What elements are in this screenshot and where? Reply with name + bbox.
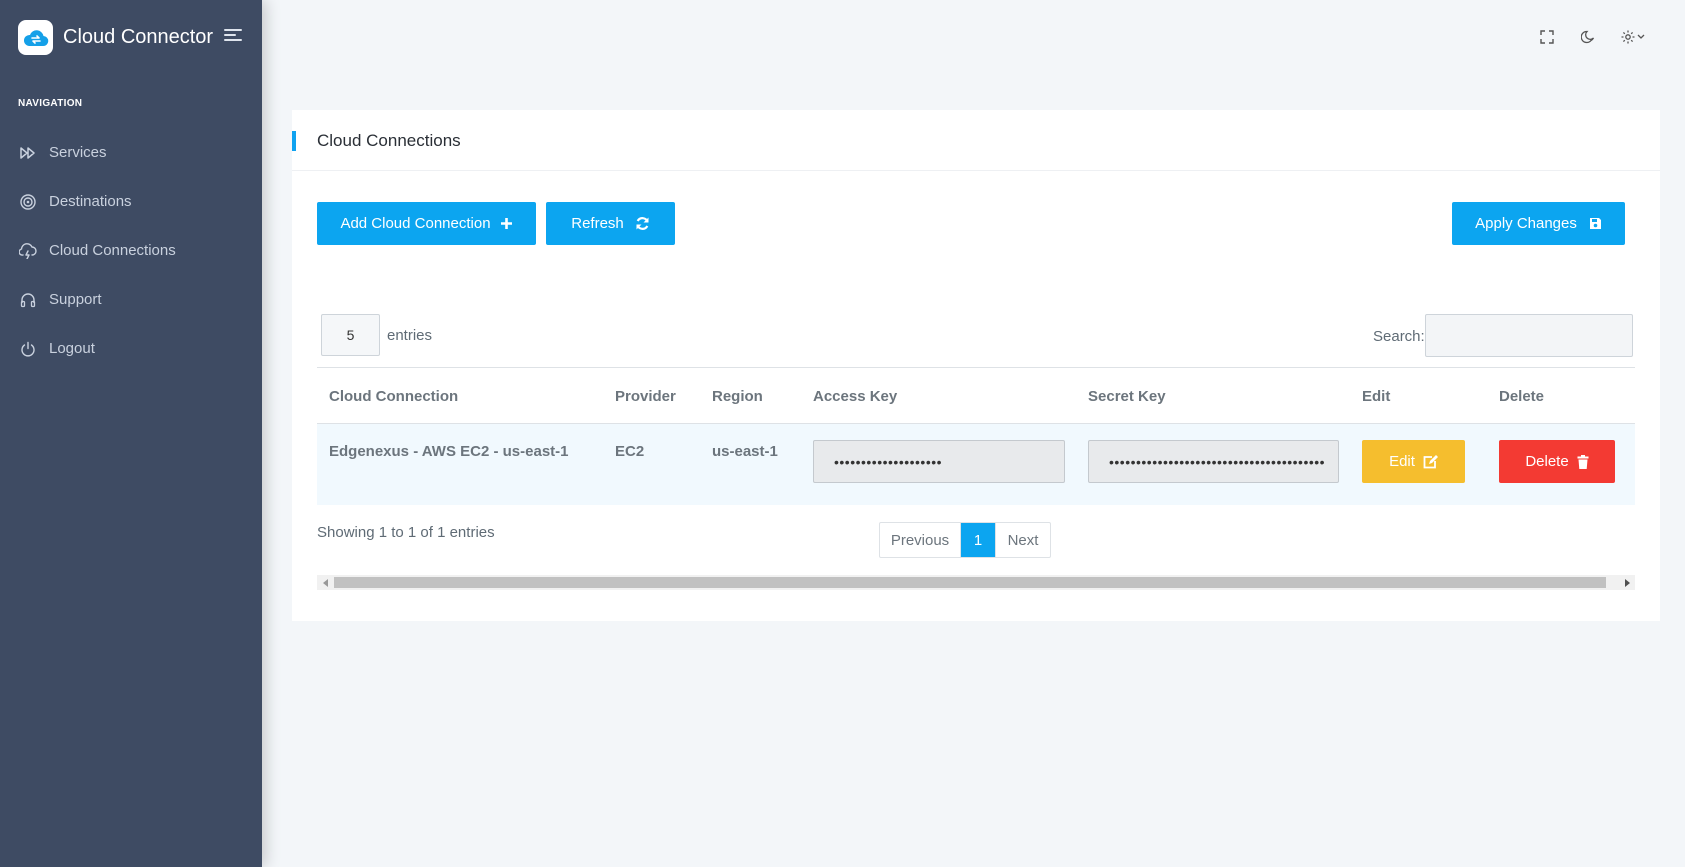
col-cloud-connection[interactable]: Cloud Connection (329, 388, 458, 405)
delete-button-label: Delete (1525, 453, 1569, 470)
table-info: Showing 1 to 1 of 1 entries (317, 524, 495, 541)
fast-forward-icon (19, 144, 37, 162)
connections-table: Cloud Connection Provider Region Access … (317, 367, 1635, 505)
entries-label: entries (387, 327, 433, 344)
sidebar-item-services[interactable]: Services (0, 128, 262, 177)
card-header: Cloud Connections (292, 110, 1660, 171)
sidebar-item-support[interactable]: Support (0, 275, 262, 324)
delete-button[interactable]: Delete (1499, 440, 1615, 483)
table-row: Edgenexus - AWS EC2 - us-east-1 EC2 us-e… (317, 424, 1635, 505)
sidebar-nav: Services Destinations Cloud Connections … (0, 128, 262, 373)
app-title: Cloud Connector (63, 26, 214, 48)
target-icon (19, 193, 37, 211)
pagination: Previous 1 Next (879, 522, 1051, 558)
trash-icon (1577, 454, 1589, 469)
col-region[interactable]: Region (712, 388, 763, 405)
headphones-icon (19, 291, 37, 309)
search-label: Search: (1373, 328, 1425, 345)
edit-button[interactable]: Edit (1362, 440, 1465, 483)
next-page-button[interactable]: Next (995, 523, 1050, 557)
chevron-down-icon (1637, 34, 1645, 39)
col-edit[interactable]: Edit (1362, 388, 1390, 405)
refresh-button[interactable]: Refresh (546, 202, 675, 245)
card-accent (292, 131, 296, 151)
access-key-field[interactable]: •••••••••••••••••••• (813, 440, 1065, 483)
sidebar-item-label: Support (49, 291, 102, 308)
col-secret-key[interactable]: Secret Key (1088, 388, 1166, 405)
page-1-button[interactable]: 1 (961, 523, 995, 557)
table-header: Cloud Connection Provider Region Access … (317, 367, 1635, 424)
menu-toggle-icon[interactable] (224, 29, 242, 43)
page-title: Cloud Connections (317, 131, 461, 150)
horizontal-scrollbar[interactable] (317, 575, 1635, 590)
plus-icon (500, 217, 513, 230)
sidebar-item-label: Destinations (49, 193, 132, 210)
cloud-connections-card: Cloud Connections Add Cloud Connection R… (292, 110, 1660, 621)
search-input[interactable] (1425, 314, 1633, 357)
col-delete[interactable]: Delete (1499, 388, 1544, 405)
add-button-label: Add Cloud Connection (340, 215, 491, 232)
secret-key-field[interactable]: •••••••••••••••••••••••••••••••••••••••• (1088, 440, 1339, 483)
refresh-icon (635, 216, 650, 231)
cell-connection: Edgenexus - AWS EC2 - us-east-1 (329, 443, 569, 460)
gear-icon[interactable] (1620, 26, 1650, 48)
apply-button-label: Apply Changes (1475, 215, 1577, 232)
sidebar-item-label: Cloud Connections (49, 242, 176, 259)
apply-changes-button[interactable]: Apply Changes (1452, 202, 1625, 245)
scroll-right-arrow-icon[interactable] (1618, 575, 1635, 590)
entries-length-select[interactable]: 5 (321, 314, 380, 356)
cloud-lightning-icon (19, 242, 37, 260)
sidebar-item-label: Logout (49, 340, 95, 357)
power-icon (19, 340, 37, 358)
sidebar-item-logout[interactable]: Logout (0, 324, 262, 373)
save-icon (1589, 217, 1602, 230)
col-access-key[interactable]: Access Key (813, 388, 897, 405)
sidebar-item-label: Services (49, 144, 107, 161)
edit-button-label: Edit (1389, 453, 1415, 470)
fullscreen-icon[interactable] (1536, 26, 1558, 48)
sidebar-item-destinations[interactable]: Destinations (0, 177, 262, 226)
sidebar-item-cloud-connections[interactable]: Cloud Connections (0, 226, 262, 275)
nav-heading: NAVIGATION (18, 98, 83, 109)
cell-region: us-east-1 (712, 443, 778, 460)
edit-icon (1423, 454, 1438, 469)
brand[interactable]: Cloud Connector (18, 20, 213, 55)
scroll-left-arrow-icon[interactable] (317, 575, 334, 590)
sidebar: Cloud Connector NAVIGATION Services Dest… (0, 0, 262, 867)
moon-icon[interactable] (1577, 26, 1599, 48)
previous-page-button[interactable]: Previous (880, 523, 961, 557)
cloud-logo-icon (18, 20, 53, 55)
col-provider[interactable]: Provider (615, 388, 676, 405)
cell-provider: EC2 (615, 443, 645, 460)
scrollbar-thumb[interactable] (334, 577, 1606, 588)
add-cloud-connection-button[interactable]: Add Cloud Connection (317, 202, 536, 245)
refresh-button-label: Refresh (571, 215, 624, 232)
